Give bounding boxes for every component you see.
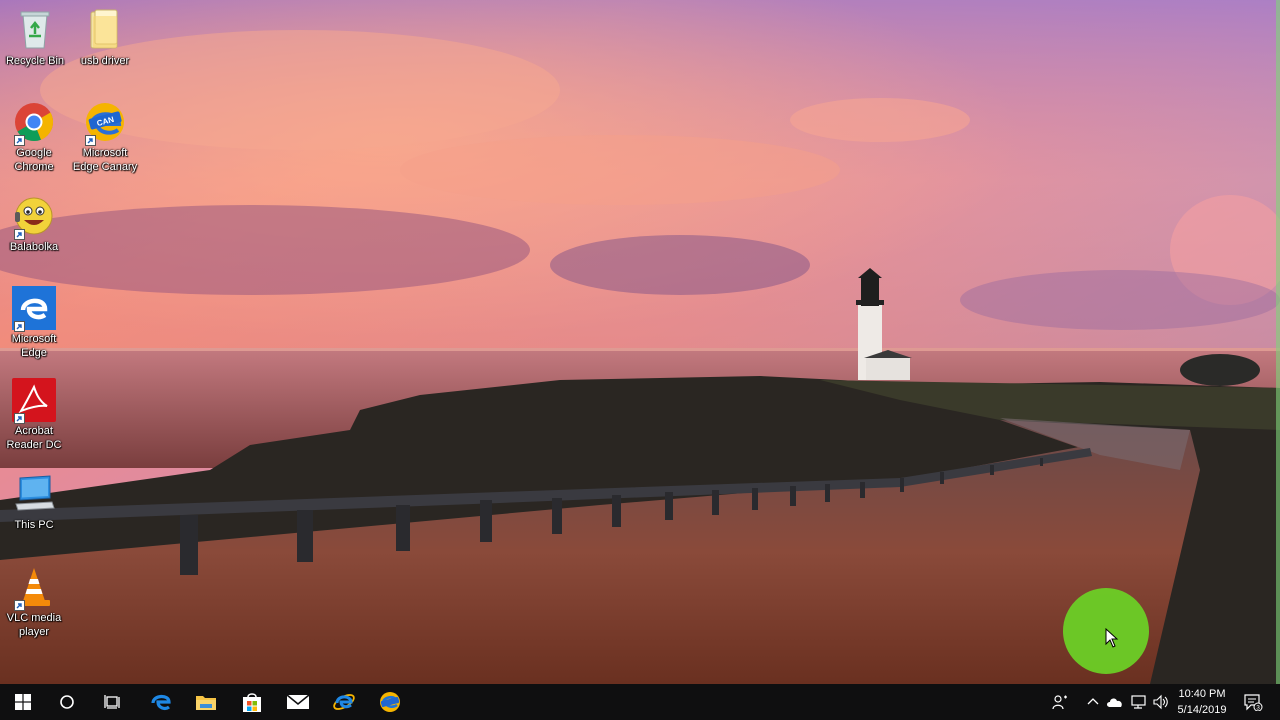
- edge-canary-icon: CAN: [83, 100, 127, 146]
- search-button[interactable]: [44, 684, 90, 720]
- chrome-icon: [12, 100, 56, 146]
- desktop-icon-usb-driver[interactable]: usb driver: [70, 8, 140, 68]
- screen-edge-highlight: [1276, 0, 1280, 684]
- desktop-icon-label: Recycle Bin: [5, 55, 65, 67]
- folder-icon: [83, 8, 127, 52]
- people-icon: [1052, 695, 1067, 710]
- shortcut-arrow-icon: [85, 135, 96, 146]
- taskbar-file-explorer-button[interactable]: [183, 684, 229, 720]
- taskbar-edge-canary-button[interactable]: [367, 684, 413, 720]
- desktop-icon-recycle-bin[interactable]: Recycle Bin: [0, 8, 70, 68]
- desktop-icon-balabolka[interactable]: Balabolka: [0, 194, 69, 254]
- shortcut-arrow-icon: [14, 413, 25, 424]
- taskbar-store-button[interactable]: [229, 684, 275, 720]
- store-icon: [243, 693, 261, 712]
- this-pc-icon: [12, 472, 56, 516]
- recycle-bin-icon: [13, 8, 57, 52]
- taskbar-clock[interactable]: 10:40 PM 5/14/2019: [1166, 686, 1238, 718]
- onedrive-button[interactable]: [1104, 684, 1126, 720]
- people-button[interactable]: [1046, 684, 1074, 720]
- desktop-icon-label: Microsoft Edge Canary: [72, 147, 138, 173]
- desktop-icon-label: Microsoft Edge: [11, 333, 57, 359]
- shortcut-arrow-icon: [14, 600, 25, 611]
- task-view-button[interactable]: [90, 684, 136, 720]
- desktop-icon-microsoft-edge[interactable]: Microsoft Edge: [0, 286, 69, 360]
- balabolka-icon: [12, 194, 56, 240]
- desktop[interactable]: Recycle Bin usb driver Google Chrome CAN…: [0, 0, 1280, 684]
- file-explorer-icon: [196, 696, 216, 710]
- vlc-icon: [12, 565, 56, 611]
- clock-time: 10:40 PM: [1178, 688, 1226, 700]
- edge-canary-icon: [380, 692, 400, 712]
- wallpaper-lighthouse-sunset: [0, 0, 1280, 684]
- chevron-up-icon: [1087, 698, 1099, 705]
- clock-date: 5/14/2019: [1177, 704, 1227, 716]
- internet-explorer-icon: [333, 694, 355, 710]
- mail-icon: [286, 694, 310, 709]
- start-button[interactable]: [0, 684, 46, 720]
- notification-count: 3: [1256, 705, 1260, 712]
- acrobat-icon: [12, 378, 56, 424]
- cortana-search-icon: [60, 695, 74, 709]
- desktop-icon-label: Balabolka: [9, 241, 59, 253]
- taskbar-edge-button[interactable]: [138, 684, 184, 720]
- notification-icon: 3: [1244, 694, 1263, 712]
- desktop-icon-label: usb driver: [80, 55, 130, 67]
- action-center-button[interactable]: 3: [1238, 684, 1268, 720]
- task-view-icon: [104, 695, 120, 709]
- desktop-icon-this-pc[interactable]: This PC: [0, 472, 69, 532]
- desktop-icon-label: Acrobat Reader DC: [6, 425, 62, 451]
- desktop-icon-microsoft-edge-canary[interactable]: CAN Microsoft Edge Canary: [70, 100, 140, 174]
- onedrive-cloud-icon: [1107, 698, 1122, 707]
- shortcut-arrow-icon: [14, 229, 25, 240]
- taskbar: 10:40 PM 5/14/2019 3: [0, 684, 1280, 720]
- taskbar-internet-explorer-button[interactable]: [321, 684, 367, 720]
- shortcut-arrow-icon: [14, 321, 25, 332]
- desktop-icon-label: VLC media player: [6, 612, 62, 638]
- desktop-icon-google-chrome[interactable]: Google Chrome: [0, 100, 69, 174]
- mouse-cursor-icon: [1105, 628, 1119, 648]
- windows-logo-icon: [15, 694, 31, 710]
- show-hidden-icons-button[interactable]: [1084, 684, 1102, 720]
- shortcut-arrow-icon: [14, 135, 25, 146]
- desktop-icon-acrobat-reader-dc[interactable]: Acrobat Reader DC: [0, 378, 69, 452]
- desktop-icon-label: Google Chrome: [14, 147, 54, 173]
- desktop-icon-label: This PC: [14, 519, 54, 531]
- network-button[interactable]: [1128, 684, 1150, 720]
- desktop-icon-vlc-media-player[interactable]: VLC media player: [0, 565, 69, 639]
- edge-icon: [151, 694, 171, 710]
- edge-icon: [12, 286, 56, 332]
- network-icon: [1131, 695, 1146, 709]
- taskbar-mail-button[interactable]: [275, 684, 321, 720]
